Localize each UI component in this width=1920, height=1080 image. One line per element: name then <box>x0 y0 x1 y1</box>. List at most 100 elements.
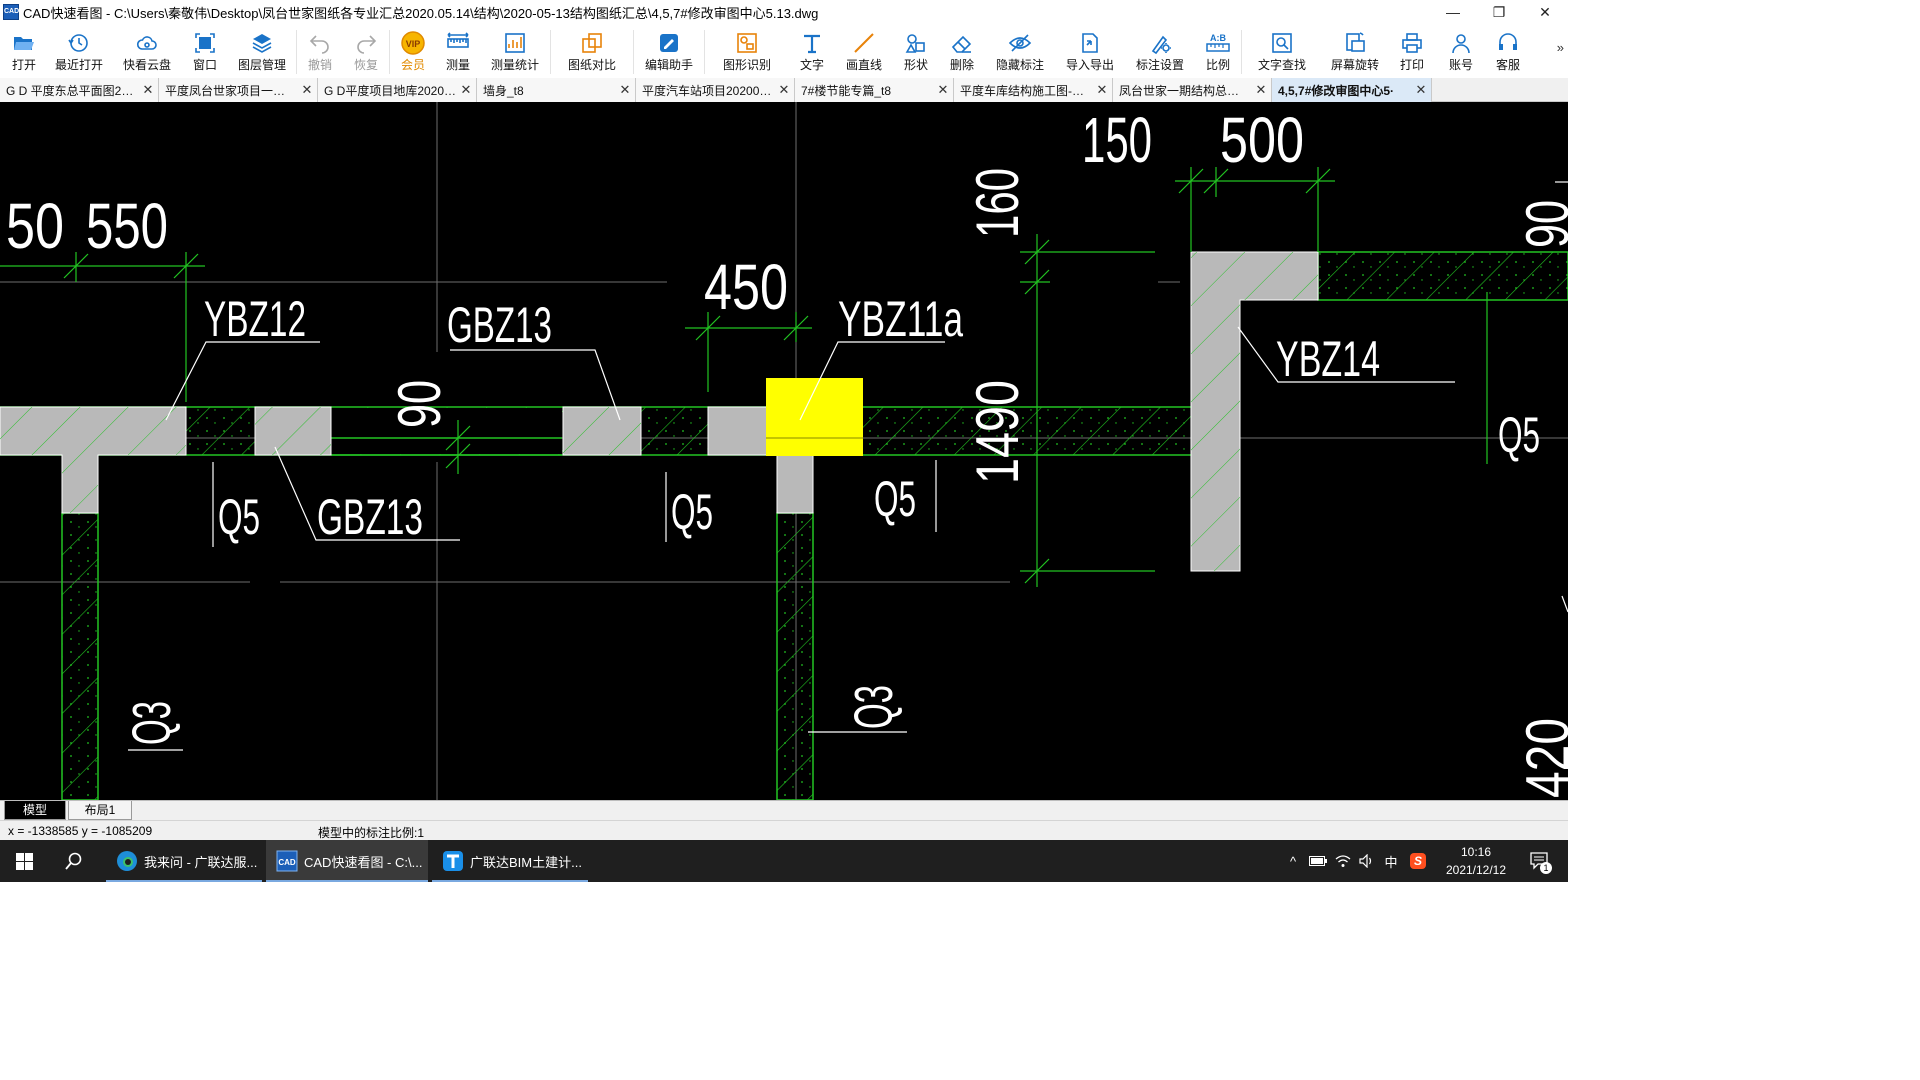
toolbar-button-folder-open[interactable]: 打开 <box>2 24 46 78</box>
toolbar-button-layers[interactable]: 图层管理 <box>228 24 296 78</box>
toolbar-button-undo[interactable]: 撤销 <box>297 24 343 78</box>
toolbar-button-label: 图纸对比 <box>567 58 616 72</box>
document-tab[interactable]: 平度汽车站项目20200… ✕ <box>636 78 795 102</box>
tab-close-icon[interactable]: ✕ <box>1096 82 1108 98</box>
toolbar-button-headset[interactable]: 客服 <box>1486 24 1530 78</box>
windows-start-icon[interactable] <box>0 840 48 882</box>
toolbar-button-annotation-settings[interactable]: 标注设置 <box>1125 24 1195 78</box>
document-tab[interactable]: 4,5,7#修改审图中心5· ✕ <box>1272 78 1432 102</box>
title-bar: CAD CAD快速看图 - C:\Users\秦敬伟\Desktop\凤台世家图… <box>0 0 1568 24</box>
taskbar-app[interactable]: CAD CAD快速看图 - C:\... <box>266 840 428 882</box>
drawing-canvas[interactable]: 50 550 YBZ12 GBZ13 450 YBZ11a 150 500 16… <box>0 102 1568 800</box>
toolbar-button-hide-eye[interactable]: 隐藏标注 <box>985 24 1055 78</box>
toolbar-button-text-search[interactable]: 文字查找 <box>1242 24 1322 78</box>
toolbar-button-scale[interactable]: A:B 比例 <box>1195 24 1241 78</box>
label-q3-a: Q3 <box>122 701 182 745</box>
sogou-ime-icon[interactable]: S <box>1406 840 1430 882</box>
tab-close-icon[interactable]: ✕ <box>301 82 313 98</box>
document-tab[interactable]: 凤台世家一期结构总… ✕ <box>1113 78 1272 102</box>
tab-close-icon[interactable]: ✕ <box>1415 82 1427 98</box>
toolbar-button-ruler[interactable]: 测量 <box>436 24 480 78</box>
document-tab[interactable]: 平度凤台世家项目一… ✕ <box>159 78 318 102</box>
cad-drawing: 50 550 YBZ12 GBZ13 450 YBZ11a 150 500 16… <box>0 102 1568 800</box>
toolbar-button-printer[interactable]: 打印 <box>1388 24 1436 78</box>
toolbar-button-recent-clock[interactable]: 最近打开 <box>46 24 112 78</box>
tab-close-icon[interactable]: ✕ <box>619 82 631 98</box>
toolbar-button-shapes[interactable]: 形状 <box>893 24 939 78</box>
tray-chevron-icon[interactable]: ^ <box>1282 840 1304 882</box>
toolbar-button-label: 图层管理 <box>237 58 286 72</box>
document-tab[interactable]: G D平度项目地库2020… ✕ <box>318 78 477 102</box>
toolbar-button-user[interactable]: 账号 <box>1436 24 1486 78</box>
taskbar-app-label: 我来问 - 广联达服... <box>144 854 258 870</box>
text-icon <box>799 30 825 56</box>
toolbar-button-shape-recognition[interactable]: 图形识别 <box>705 24 789 78</box>
tab-model[interactable]: 模型 <box>4 801 66 820</box>
dim-label-160: 160 <box>964 168 1031 238</box>
taskbar-app[interactable]: 广联达BIM土建计... <box>432 840 588 882</box>
column-ybz12 <box>0 406 187 514</box>
network-icon[interactable] <box>1332 840 1354 882</box>
close-button[interactable]: ✕ <box>1522 0 1568 24</box>
document-tab[interactable]: 平度车库结构施工图-… ✕ <box>954 78 1113 102</box>
toolbar-more-chevron[interactable]: » <box>1557 40 1564 55</box>
document-tab[interactable]: 墙身_t8 ✕ <box>477 78 636 102</box>
hide-eye-icon <box>1007 30 1033 56</box>
taskbar-app[interactable]: 我来问 - 广联达服... <box>106 840 262 882</box>
label-q5-d: Q5 <box>1498 407 1540 463</box>
label-q3-b: Q3 <box>844 685 904 729</box>
toolbar-button-redo[interactable]: 恢复 <box>343 24 389 78</box>
toolbar-button-vip[interactable]: VIP 会员 <box>390 24 436 78</box>
main-toolbar: 打开 最近打开 快看云盘 窗口 图层管理 撤销 恢复 VIP 会员 测量 测量统计 图纸对比 编辑助手 图… <box>0 24 1568 78</box>
tab-close-icon[interactable]: ✕ <box>937 82 949 98</box>
toolbar-button-measure-stats[interactable]: 测量统计 <box>480 24 550 78</box>
notification-center-icon[interactable]: 1 <box>1522 840 1558 882</box>
status-bar: x = -1338585 y = -1085209 模型中的标注比例:1 <box>0 820 1568 840</box>
document-tab-label: 平度汽车站项目20200… <box>642 83 772 98</box>
toolbar-button-window[interactable]: 窗口 <box>182 24 228 78</box>
shape-recognition-icon <box>734 30 760 56</box>
windows-taskbar: 我来问 - 广联达服... CAD CAD快速看图 - C:\... 广联达BIM土建… <box>0 840 1568 882</box>
volume-icon[interactable] <box>1356 840 1378 882</box>
system-clock[interactable]: 10:16 2021/12/12 <box>1436 843 1516 879</box>
tab-close-icon[interactable]: ✕ <box>460 82 472 98</box>
minimize-button[interactable]: — <box>1430 0 1476 24</box>
redo-icon <box>353 30 379 56</box>
line-icon <box>851 30 877 56</box>
taskbar-active-indicator <box>432 880 588 882</box>
notification-count-badge: 1 <box>1540 862 1552 874</box>
tab-close-icon[interactable]: ✕ <box>142 82 154 98</box>
document-tab[interactable]: 7#楼节能专篇_t8 ✕ <box>795 78 954 102</box>
ime-indicator[interactable]: 中 <box>1380 840 1402 882</box>
toolbar-button-label: 导入导出 <box>1065 58 1114 72</box>
toolbar-button-compare[interactable]: 图纸对比 <box>551 24 633 78</box>
ruler-icon <box>445 30 471 56</box>
toolbar-button-eraser[interactable]: 删除 <box>939 24 985 78</box>
restore-button[interactable]: ❐ <box>1476 0 1522 24</box>
battery-icon[interactable] <box>1306 840 1330 882</box>
search-icon[interactable] <box>52 840 96 882</box>
toolbar-button-label: 撤销 <box>307 58 332 72</box>
tab-close-icon[interactable]: ✕ <box>778 82 790 98</box>
cad-viewer-icon: CAD <box>276 850 298 872</box>
toolbar-button-cloud[interactable]: 快看云盘 <box>112 24 182 78</box>
svg-text:A:B: A:B <box>1210 33 1226 43</box>
svg-text:VIP: VIP <box>406 39 421 49</box>
toolbar-button-text[interactable]: 文字 <box>789 24 835 78</box>
scale-icon: A:B <box>1205 30 1231 56</box>
document-tab[interactable]: G D 平度东总平面图2… ✕ <box>0 78 159 102</box>
toolbar-button-line[interactable]: 画直线 <box>835 24 893 78</box>
dim-label-50: 50 <box>6 190 64 262</box>
taskbar-active-indicator <box>106 880 262 882</box>
document-tab-label: 平度凤台世家项目一… <box>165 83 286 98</box>
coordinate-readout: x = -1338585 y = -1085209 <box>8 824 153 838</box>
document-tab-label: 4,5,7#修改审图中心5· <box>1278 83 1395 98</box>
toolbar-button-screen-rotate[interactable]: 屏幕旋转 <box>1322 24 1388 78</box>
tab-close-icon[interactable]: ✕ <box>1255 82 1267 98</box>
toolbar-button-import-export[interactable]: 导入导出 <box>1055 24 1125 78</box>
glodon-t-icon <box>442 850 464 872</box>
tab-layout1[interactable]: 布局1 <box>68 801 132 820</box>
dim-label-550: 550 <box>86 190 168 262</box>
toolbar-button-edit-assistant[interactable]: 编辑助手 <box>634 24 704 78</box>
document-tab-label: 凤台世家一期结构总… <box>1119 83 1240 98</box>
